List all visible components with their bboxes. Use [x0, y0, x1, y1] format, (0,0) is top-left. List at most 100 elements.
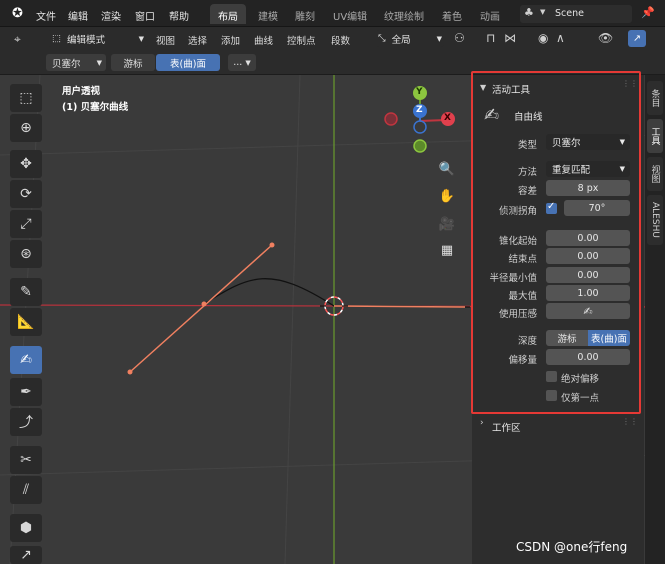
randomize-icon: ⬢: [19, 520, 33, 536]
active-handle-line: [333, 305, 466, 308]
more-options-button[interactable]: ... ▼: [228, 54, 256, 71]
object-name-label: (1) 贝塞尔曲线: [62, 102, 129, 113]
extrude-tool[interactable]: ⤴: [10, 408, 42, 436]
curve-type-selector[interactable]: 贝塞尔 ▼: [46, 54, 106, 71]
blender-logo-icon[interactable]: ✪: [12, 6, 23, 21]
menu-segments[interactable]: 段数: [331, 33, 350, 47]
scene-icon: ♣: [524, 6, 534, 19]
hand-pan-icon[interactable]: ✋: [436, 185, 458, 207]
menu-curve[interactable]: 曲线: [254, 33, 273, 47]
draw-tool[interactable]: ✍: [10, 346, 42, 374]
menu-select[interactable]: 选择: [188, 33, 207, 47]
edit-mode-icon: ⬚: [52, 33, 61, 44]
orientation-selector[interactable]: ⤡ 全局 ▼: [376, 30, 444, 47]
randomize-tool[interactable]: ⬢: [10, 514, 42, 542]
cursor-icon: ⊕: [20, 120, 32, 136]
annotate-icon: ✎: [20, 284, 32, 300]
tilt-icon: ⫽: [22, 482, 30, 498]
cursor-tool[interactable]: ⊕: [10, 114, 42, 142]
draw-freehand-icon: ✍: [20, 352, 32, 368]
handle-point[interactable]: [269, 242, 275, 248]
menu-help[interactable]: 帮助: [169, 8, 189, 23]
measure-tool[interactable]: 📐: [10, 308, 42, 336]
shear-tool[interactable]: ↗: [10, 546, 42, 564]
radius-icon: ✂: [20, 452, 32, 468]
bezier-curve[interactable]: [203, 278, 471, 308]
chevron-right-icon[interactable]: ›: [480, 418, 484, 428]
move-tool[interactable]: ✥: [10, 150, 42, 178]
editor-type-icon[interactable]: ⌖: [14, 32, 21, 47]
tab-aleshu[interactable]: ALESHU: [647, 195, 663, 245]
depth-surface-button[interactable]: 表(曲)面: [156, 54, 220, 71]
tab-layout[interactable]: 布局: [210, 4, 246, 24]
zoom-icon[interactable]: 🔍: [436, 158, 458, 180]
scene-selector[interactable]: ♣ ▼ Scene: [520, 5, 632, 23]
more-label: ...: [233, 57, 243, 68]
select-box-icon: ⬚: [19, 90, 33, 106]
mode-selector[interactable]: ⬚ 编辑模式 ▼: [48, 30, 148, 47]
falloff-icon[interactable]: ∧: [556, 31, 565, 45]
chevron-down-icon: ▼: [540, 8, 546, 16]
proportional-edit-icon[interactable]: ◉: [538, 31, 548, 45]
scale-tool[interactable]: ⤢: [10, 210, 42, 238]
menu-window[interactable]: 窗口: [135, 8, 155, 23]
depth-cursor-label: 游标: [123, 58, 143, 70]
annotate-tool[interactable]: ✎: [10, 278, 42, 306]
depth-cursor-button[interactable]: 游标: [111, 54, 155, 71]
shear-icon: ↗: [20, 547, 32, 563]
snap-icon[interactable]: ⊓: [486, 31, 495, 45]
view-name-label: 用户透视: [62, 86, 101, 97]
gizmo-icon: ↗: [633, 33, 641, 44]
tab-view[interactable]: 视图: [647, 157, 663, 191]
menu-control-points[interactable]: 控制点: [287, 33, 316, 47]
top-menu-bar: ✪ 文件 编辑 渲染 窗口 帮助 布局 建模 雕刻 UV编辑 纹理绘制 着色 动…: [0, 0, 665, 27]
drag-handle-icon[interactable]: ⋮⋮: [622, 417, 638, 426]
pin-icon[interactable]: 📌: [641, 6, 655, 19]
chevron-down-icon: ▼: [245, 58, 251, 67]
control-point[interactable]: [201, 301, 207, 307]
camera-icon[interactable]: 🎥: [436, 213, 458, 235]
transform-orientation-icon: ⤡: [378, 33, 386, 44]
tab-texture-paint[interactable]: 纹理绘制: [384, 8, 424, 23]
tab-item[interactable]: 条目: [647, 81, 663, 115]
chevron-down-icon: ▼: [138, 34, 144, 43]
tab-sculpting[interactable]: 雕刻: [295, 8, 315, 23]
gizmo-z-label: Z: [416, 105, 423, 115]
select-box-tool[interactable]: ⬚: [10, 84, 42, 112]
tab-modeling[interactable]: 建模: [258, 8, 278, 23]
handle-point[interactable]: [127, 369, 133, 375]
rotate-icon: ⟳: [20, 186, 32, 202]
tab-animation[interactable]: 动画: [480, 8, 500, 23]
pivot-point-icon[interactable]: ⚇: [454, 31, 465, 45]
gizmo-x-label: X: [444, 113, 451, 123]
pen-tool[interactable]: ✒: [10, 378, 42, 406]
perspective-grid-icon[interactable]: ▦: [436, 239, 458, 261]
chevron-down-icon: ▼: [96, 58, 102, 67]
menu-render[interactable]: 渲染: [101, 8, 121, 23]
tab-tool[interactable]: 工具: [647, 119, 663, 153]
orientation-label: 全局: [391, 34, 411, 46]
chevron-down-icon: ▼: [436, 34, 442, 43]
visibility-icon[interactable]: 👁: [598, 31, 613, 45]
tab-uv-editing[interactable]: UV编辑: [333, 8, 367, 23]
transform-tool[interactable]: ⊛: [10, 240, 42, 268]
menu-view[interactable]: 视图: [156, 33, 175, 47]
editor-header: ⌖ ⬚ 编辑模式 ▼ 视图 选择 添加 曲线 控制点 段数 ⤡ 全局 ▼ ⚇ ⊓…: [0, 27, 665, 51]
highlight-box: [471, 71, 641, 414]
menu-edit[interactable]: 编辑: [68, 8, 88, 23]
menu-add[interactable]: 添加: [221, 33, 240, 47]
rotate-tool[interactable]: ⟳: [10, 180, 42, 208]
snap-target-icon[interactable]: ⋈: [504, 31, 516, 45]
menu-file[interactable]: 文件: [36, 8, 56, 23]
radius-tool[interactable]: ✂: [10, 446, 42, 474]
workspace-section-title[interactable]: 工作区: [492, 420, 521, 434]
tab-shading[interactable]: 着色: [442, 8, 462, 23]
mode-label: 编辑模式: [66, 34, 105, 46]
curve-type-label: 贝塞尔: [52, 58, 81, 70]
scale-icon: ⤢: [20, 216, 32, 232]
gizmo-y-label: Y: [416, 87, 423, 97]
transform-icon: ⊛: [20, 246, 32, 262]
measure-icon: 📐: [17, 314, 35, 330]
tilt-tool[interactable]: ⫽: [10, 476, 42, 504]
gizmo-toggle-button[interactable]: ↗: [628, 30, 646, 47]
